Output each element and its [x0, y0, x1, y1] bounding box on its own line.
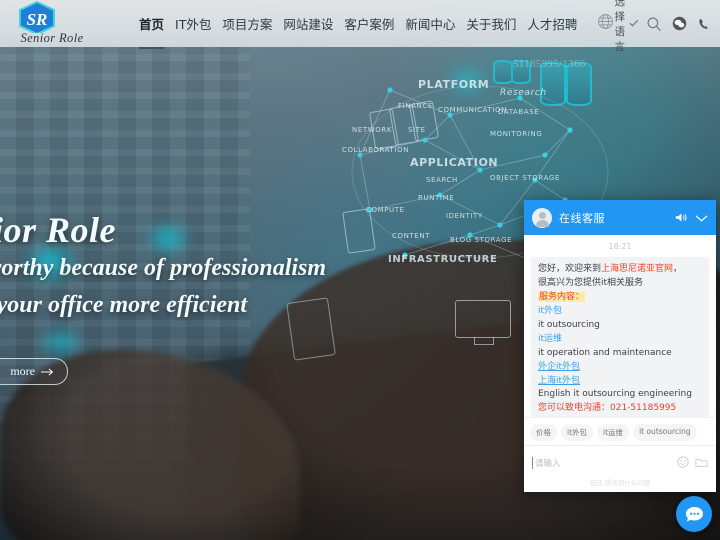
service-item[interactable]: 上海it外包 — [538, 376, 580, 386]
service-item[interactable]: 外企it外包 — [538, 362, 580, 372]
service-item: English it outsourcing engineering — [538, 389, 692, 400]
svg-text:NETWORK: NETWORK — [352, 126, 392, 134]
chevron-down-icon[interactable] — [695, 208, 708, 227]
hero-more-button[interactable]: more — [0, 358, 68, 385]
chat-message-bubble: 您好，欢迎来到上海思尼诺亚官网， 很高兴为您提供it相关服务 服务内容： it外… — [531, 257, 709, 417]
svg-text:RUNTIME: RUNTIME — [418, 194, 454, 202]
monitor-outline-icon — [455, 300, 511, 345]
speaker-icon[interactable] — [675, 208, 688, 227]
greeting-suffix: ， — [673, 264, 683, 274]
chat-input-icons — [677, 453, 708, 472]
message-timestamp: 18:21 — [608, 242, 632, 251]
nav-item-it-outsourcing[interactable]: IT外包 — [174, 12, 212, 35]
quick-reply-price[interactable]: 价格 — [530, 424, 557, 441]
nav-item-website-build[interactable]: 网站建设 — [282, 12, 334, 35]
floating-chat-button[interactable] — [676, 496, 712, 532]
phone-icon[interactable] — [697, 17, 711, 31]
site-header: SR Senior Role 首页 IT外包 项目方案 网站建设 客户案例 新闻… — [0, 0, 720, 53]
folder-icon[interactable] — [695, 453, 708, 472]
svg-text:PLATFORM: PLATFORM — [418, 78, 489, 91]
svg-text:INFRASTRUCTURE: INFRASTRUCTURE — [388, 254, 497, 265]
svg-text:SR: SR — [27, 10, 48, 29]
svg-text:OBJECT STORAGE: OBJECT STORAGE — [490, 174, 560, 182]
page-stage: 51185995/1366 PLATFORM Research COMMUNIC… — [0, 0, 720, 540]
quick-reply-ops[interactable]: it运维 — [597, 424, 630, 441]
live-chat-panel: 在线客服 18:21 您好，欢迎来到上海思尼诺亚官网， 很高兴为您提供it相关服… — [524, 200, 716, 492]
chevron-down-icon — [630, 17, 639, 27]
svg-text:MONITORING: MONITORING — [490, 130, 542, 138]
greeting-site-link[interactable]: 上海思尼诺亚官网 — [601, 264, 673, 274]
svg-text:IDENTITY: IDENTITY — [446, 212, 483, 220]
quick-reply-it-outsourcing-en[interactable]: it outsourcing — [633, 424, 697, 441]
svg-text:COLLABORATION: COLLABORATION — [342, 146, 409, 154]
globe-icon[interactable] — [597, 13, 614, 35]
main-navigation: 首页 IT外包 项目方案 网站建设 客户案例 新闻中心 关于我们 人才招聘 — [138, 12, 614, 49]
hero-subtitle-line-1: ustworthy because of professionalism — [0, 254, 327, 281]
search-icon[interactable] — [646, 16, 662, 32]
quick-reply-outsourcing[interactable]: it外包 — [561, 424, 594, 441]
nav-item-news[interactable]: 新闻中心 — [404, 12, 456, 35]
user-avatar-icon — [532, 207, 552, 228]
site-logo[interactable]: SR Senior Role — [0, 0, 96, 47]
service-section-title: 服务内容： — [538, 291, 586, 302]
svg-text:Research: Research — [500, 88, 547, 98]
svg-text:COMMUNICATION: COMMUNICATION — [438, 106, 507, 114]
nav-item-home[interactable]: 首页 — [138, 12, 165, 49]
svg-text:COMPUTE: COMPUTE — [366, 206, 405, 214]
quick-reply-row: 价格 it外包 it运维 it outsourcing — [524, 417, 716, 445]
emoji-icon[interactable] — [677, 453, 689, 472]
nav-item-cases[interactable]: 客户案例 — [343, 12, 395, 35]
chat-input-row: 请输入 — [524, 445, 716, 474]
call-note: 您可以致电沟通：021-51185995 — [538, 403, 677, 414]
chat-message-list: 18:21 您好，欢迎来到上海思尼诺亚官网， 很高兴为您提供it相关服务 服务内… — [524, 235, 716, 417]
svg-text:APPLICATION: APPLICATION — [410, 156, 498, 169]
hero-subtitle-line-2: ake your office more efficient — [0, 291, 248, 318]
svg-text:DATABASE: DATABASE — [498, 108, 539, 116]
more-button-label: more — [10, 364, 35, 378]
svg-text:CONTENT: CONTENT — [392, 232, 430, 240]
service-item[interactable]: it运维 — [538, 334, 562, 344]
svg-text:FINANCE: FINANCE — [398, 102, 433, 110]
language-label: 选择语言 — [614, 0, 625, 53]
chat-footer-hint: 您还 想咨询什么问题 — [589, 479, 651, 487]
service-item: it operation and maintenance — [538, 347, 672, 358]
wechat-icon[interactable] — [672, 16, 687, 31]
chat-header: 在线客服 — [524, 200, 716, 235]
chat-title: 在线客服 — [559, 211, 605, 225]
sr-monogram-icon: SR — [19, 1, 55, 33]
greeting-prefix: 您好，欢迎来到 — [538, 264, 602, 274]
greeting-line-2: 很高兴为您提供it相关服务 — [538, 277, 644, 288]
service-item[interactable]: it外包 — [538, 306, 562, 316]
hero-copy: enior Role ustworthy because of professi… — [0, 210, 327, 324]
service-item: it outsourcing — [538, 319, 600, 330]
cyan-glow — [44, 332, 78, 352]
svg-text:BLOG STORAGE: BLOG STORAGE — [450, 236, 512, 244]
chat-bubble-icon — [685, 506, 703, 522]
svg-text:SEARCH: SEARCH — [426, 176, 458, 184]
arrow-right-icon — [41, 367, 54, 376]
nav-item-careers[interactable]: 人才招聘 — [526, 12, 578, 35]
nav-item-project-plan[interactable]: 项目方案 — [221, 12, 273, 35]
chat-header-icons — [675, 208, 708, 227]
svg-text:SITE: SITE — [408, 126, 426, 134]
chat-message-input[interactable]: 请输入 — [532, 456, 671, 469]
hero-title: enior Role — [0, 210, 117, 250]
language-selector[interactable]: 选择语言 — [614, 0, 639, 54]
nav-item-about[interactable]: 关于我们 — [465, 12, 517, 35]
header-utilities: 选择语言 +021- — [614, 0, 720, 54]
logo-wordmark: Senior Role — [20, 31, 84, 45]
